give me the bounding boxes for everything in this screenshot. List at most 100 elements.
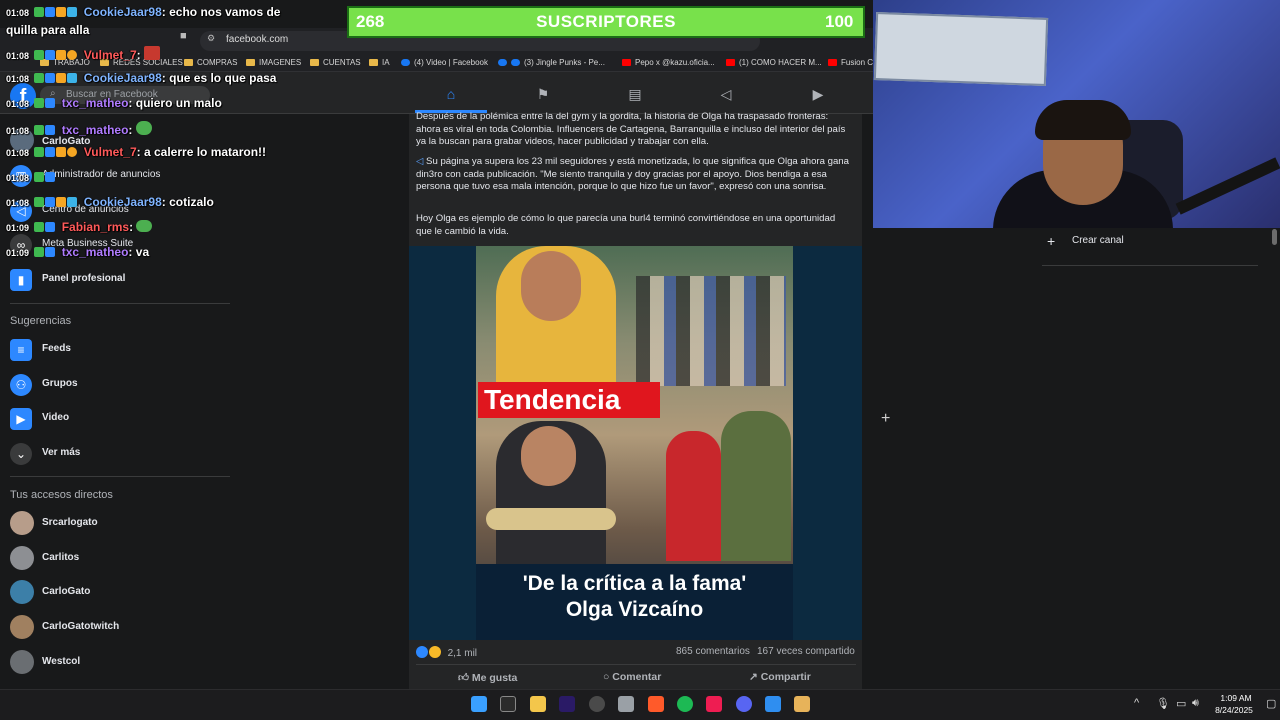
sidebar-item-video[interactable]: ▶ Video — [10, 406, 230, 432]
sidebar-item-groups[interactable]: ⚇ Grupos — [10, 372, 230, 398]
chat-badge-icon — [45, 7, 56, 17]
epic-games-icon[interactable] — [500, 696, 516, 712]
taskbar-time[interactable]: 1:09 AM — [1214, 693, 1258, 703]
chart-icon: ▮ — [10, 269, 32, 291]
chat-badge-icon — [45, 247, 56, 257]
share-button[interactable]: ↗ Compartir — [749, 671, 811, 683]
shortcut-item[interactable]: Carlitos — [10, 546, 230, 572]
plus-icon: + — [1047, 233, 1056, 249]
site-settings-icon[interactable]: ⚙ — [207, 33, 215, 44]
avatar — [10, 615, 34, 639]
facebook-icon — [401, 59, 410, 66]
notification-icon[interactable]: ▢ — [1266, 697, 1276, 710]
video-icon[interactable]: ▶ — [809, 86, 827, 104]
chat-badge-icon — [45, 98, 56, 108]
app-icon[interactable] — [794, 696, 810, 712]
windows-start-icon[interactable] — [471, 696, 487, 712]
tiktok-icon[interactable] — [706, 696, 722, 712]
dashboard-icon[interactable]: ▤ — [626, 86, 644, 104]
image-face — [521, 426, 576, 486]
sidebar-item-professional-panel[interactable]: ▮ Panel profesional — [10, 267, 230, 293]
create-channel-button[interactable]: Crear canal — [1072, 235, 1124, 246]
like-reaction-icon — [416, 646, 428, 658]
app-icon[interactable] — [618, 696, 634, 712]
bookmark-fb-video[interactable]: (4) Video | Facebook — [401, 58, 488, 67]
chat-message: 01:09 Fabian_rms: — [6, 220, 153, 234]
bookmark-cuentas[interactable]: CUENTAS — [310, 58, 361, 67]
chat-badge-icon — [45, 172, 56, 182]
brave-icon[interactable] — [648, 696, 664, 712]
image-person — [666, 431, 721, 561]
taskbar — [0, 689, 1280, 720]
bookmark-ia[interactable]: IA — [369, 58, 390, 67]
chat-message: 01:08 CookieJaar98: que es lo que pasa — [6, 71, 277, 85]
premiere-pro-icon[interactable] — [559, 696, 575, 712]
scrollbar[interactable] — [1272, 229, 1277, 245]
shortcut-item[interactable]: Srcarlogato — [10, 511, 230, 537]
network-icon[interactable]: ▭ — [1176, 697, 1186, 710]
chat-badge-icon — [67, 197, 78, 207]
shortcut-item[interactable]: Westcol — [10, 650, 230, 676]
chat-badge-icon — [45, 222, 56, 232]
chat-badge-icon — [34, 73, 45, 83]
youtube-icon — [622, 59, 631, 66]
avatar — [10, 580, 34, 604]
emote-icon — [143, 46, 160, 60]
chrome-icon[interactable] — [589, 696, 605, 712]
volume-icon[interactable]: 🔊︎ — [1192, 697, 1199, 710]
file-explorer-icon[interactable] — [530, 696, 546, 712]
youtube-icon — [828, 59, 837, 66]
bookmark-compras[interactable]: COMPRAS — [184, 58, 237, 67]
bookmark-como-hacer[interactable]: (1) COMO HACER M... — [726, 58, 822, 67]
like-button[interactable]: 👍︎ Me gusta — [458, 671, 517, 684]
folder-icon — [246, 59, 255, 66]
chat-message: 01:08 txc_matheo: — [6, 121, 153, 137]
shortcut-item[interactable]: CarloGatotwitch — [10, 615, 230, 641]
folder-icon — [310, 59, 319, 66]
megaphone-icon[interactable]: ◁ — [717, 86, 735, 104]
chat-badge-icon — [34, 197, 45, 207]
bookmark-star-icon[interactable]: ■ — [180, 30, 187, 42]
chat-badge-icon — [34, 125, 45, 135]
home-icon[interactable]: ⌂ — [442, 86, 460, 104]
suggestions-heading: Sugerencias — [10, 315, 72, 327]
image-person — [721, 411, 791, 561]
megaphone-icon: ◁ — [416, 156, 427, 167]
microphone-icon[interactable]: 🎙︎ — [1156, 697, 1170, 710]
chat-badge-icon — [34, 98, 45, 108]
url-text: facebook.com — [226, 34, 289, 45]
folder-icon — [369, 59, 378, 66]
chevron-up-icon[interactable]: ^ — [1134, 697, 1139, 709]
bookmark-jingle[interactable]: (3) Jingle Punks - Pe... — [498, 58, 605, 67]
discord-icon[interactable] — [736, 696, 752, 712]
comment-button[interactable]: ○ Comentar — [603, 671, 661, 683]
wall-sign — [873, 12, 1049, 86]
capcut-icon[interactable] — [765, 696, 781, 712]
comments-count[interactable]: 865 comentarios — [676, 646, 750, 657]
sidebar-item-see-more[interactable]: ⌄ Ver más — [10, 441, 230, 467]
shortcut-item[interactable]: CarloGato — [10, 580, 230, 606]
sidebar-item-feeds[interactable]: ≡ Feeds — [10, 337, 230, 363]
flag-icon[interactable]: ⚑ — [534, 86, 552, 104]
taskbar-date[interactable]: 8/24/2025 — [1210, 705, 1258, 715]
reactions-summary[interactable]: 2,1 mil — [416, 646, 477, 659]
share-icon: ↗ — [749, 671, 761, 683]
image-plate — [486, 508, 616, 530]
spotify-icon[interactable] — [677, 696, 693, 712]
bookmark-imagenes[interactable]: IMAGENES — [246, 58, 301, 67]
folder-icon — [184, 59, 193, 66]
shares-count[interactable]: 167 veces compartido — [757, 646, 855, 657]
chat-badge-icon — [34, 247, 45, 257]
post-paragraph: ◁ Su página ya supera los 23 mil seguido… — [416, 156, 849, 192]
image-face — [521, 251, 581, 321]
avatar — [10, 650, 34, 674]
chat-badge-icon — [45, 197, 56, 207]
crown-icon — [56, 147, 67, 157]
video-icon: ▶ — [10, 408, 32, 430]
right-divider — [1042, 265, 1258, 266]
bookmark-pepo[interactable]: Pepo x @kazu.oficia... — [622, 58, 715, 67]
chat-badge-icon — [67, 147, 78, 157]
emote-icon — [136, 220, 153, 232]
bookmark-fusion[interactable]: Fusion Cl — [828, 58, 875, 67]
comment-icon: ○ — [603, 671, 613, 683]
